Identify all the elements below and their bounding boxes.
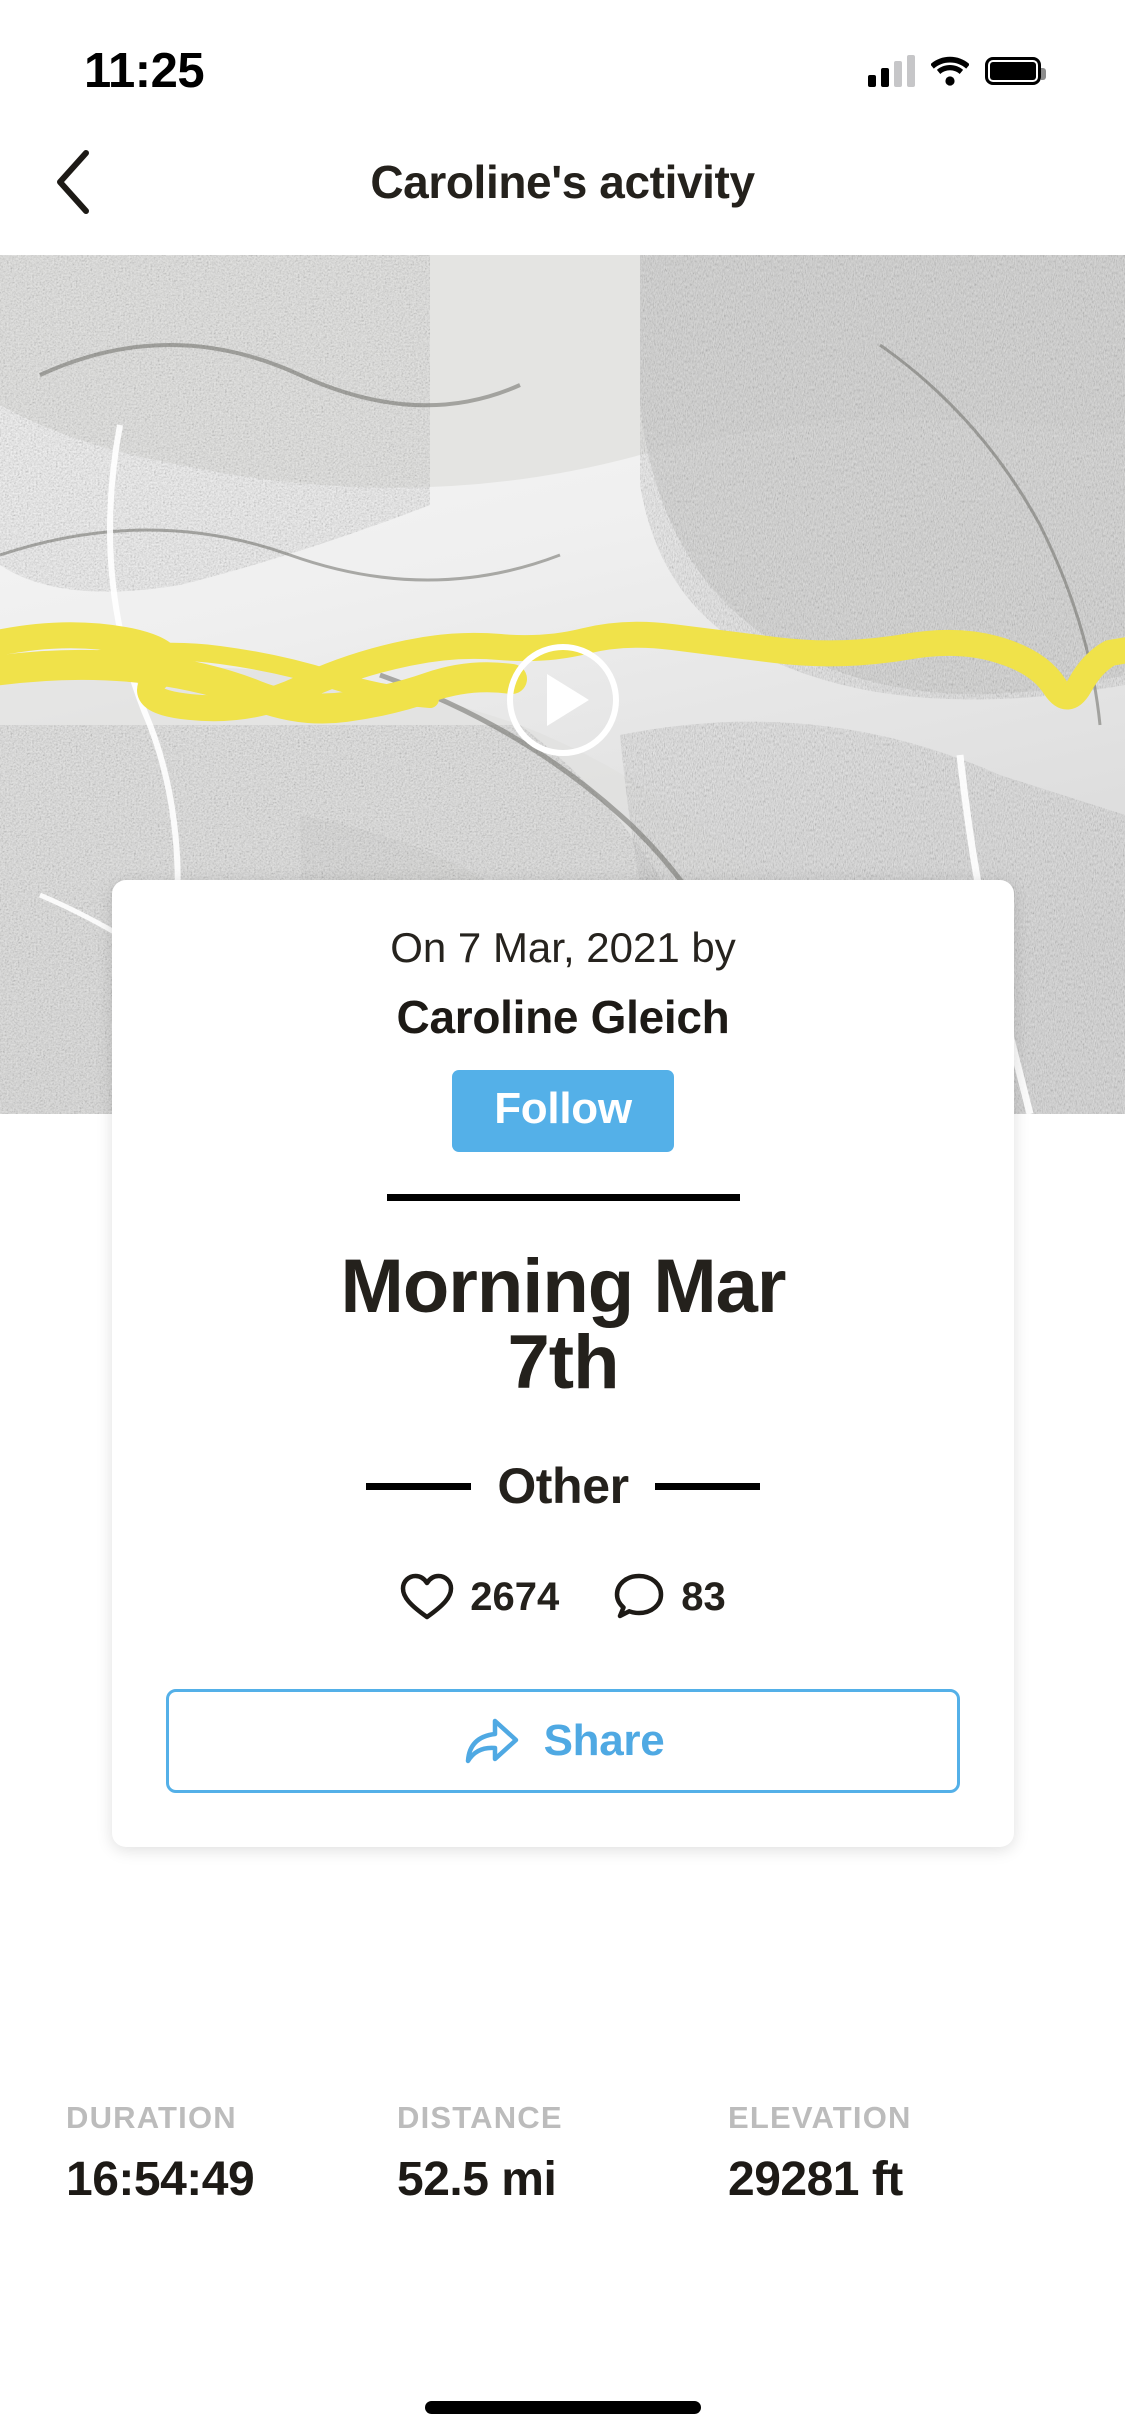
share-label: Share: [543, 1716, 665, 1765]
share-arrow-icon: [465, 1718, 518, 1764]
divider-left: [366, 1482, 472, 1490]
posted-date: On 7 Mar, 2021 by: [390, 924, 736, 971]
heart-icon: [401, 1573, 454, 1620]
home-indicator[interactable]: [424, 2401, 701, 2414]
wifi-icon: [931, 56, 969, 86]
stat-duration: DURATION 16:54:49: [66, 2100, 397, 2207]
status-icons: [868, 55, 1046, 87]
activity-card: On 7 Mar, 2021 by Caroline Gleich Follow…: [112, 880, 1014, 1847]
chevron-left-icon: [57, 150, 89, 214]
author-name: Caroline Gleich: [396, 991, 730, 1043]
phone-screen: 11:25 Caroline's activity On 7 Mar, 2021…: [0, 0, 1125, 2436]
stats-row: DURATION 16:54:49 DISTANCE 52.5 mi ELEVA…: [0, 2100, 1125, 2207]
like-stat[interactable]: 2674: [400, 1572, 559, 1622]
follow-button[interactable]: Follow: [452, 1070, 674, 1152]
stat-label: ELEVATION: [728, 2100, 912, 2135]
stat-label: DURATION: [66, 2100, 237, 2135]
battery-full-icon: [985, 57, 1046, 85]
divider-right: [654, 1482, 760, 1490]
nav-bar: Caroline's activity: [0, 132, 1125, 232]
activity-title: Morning Mar 7th: [340, 1244, 787, 1405]
stat-distance: DISTANCE 52.5 mi: [397, 2100, 728, 2207]
signal-bars-icon: [868, 55, 915, 87]
stat-value: 52.5 mi: [397, 2153, 557, 2206]
status-time: 11:25: [84, 44, 205, 98]
stat-value: 29281 ft: [728, 2153, 903, 2206]
stat-elevation: ELEVATION 29281 ft: [728, 2100, 1059, 2207]
comment-count: 83: [681, 1574, 726, 1619]
like-count: 2674: [470, 1574, 560, 1619]
page-title: Caroline's activity: [370, 156, 755, 208]
activity-type-row: Other: [166, 1457, 960, 1515]
stat-value: 16:54:49: [66, 2153, 255, 2206]
comment-stat[interactable]: 83: [613, 1571, 726, 1623]
back-button[interactable]: [30, 139, 116, 225]
play-icon: [546, 674, 589, 726]
share-button[interactable]: Share: [166, 1689, 960, 1793]
activity-type: Other: [497, 1458, 629, 1514]
play-button[interactable]: [506, 644, 619, 756]
divider: [386, 1194, 740, 1201]
status-bar: 11:25: [0, 0, 1125, 132]
social-stats: 2674 83: [400, 1571, 726, 1623]
stat-label: DISTANCE: [397, 2100, 563, 2135]
comment-icon: [614, 1573, 664, 1619]
